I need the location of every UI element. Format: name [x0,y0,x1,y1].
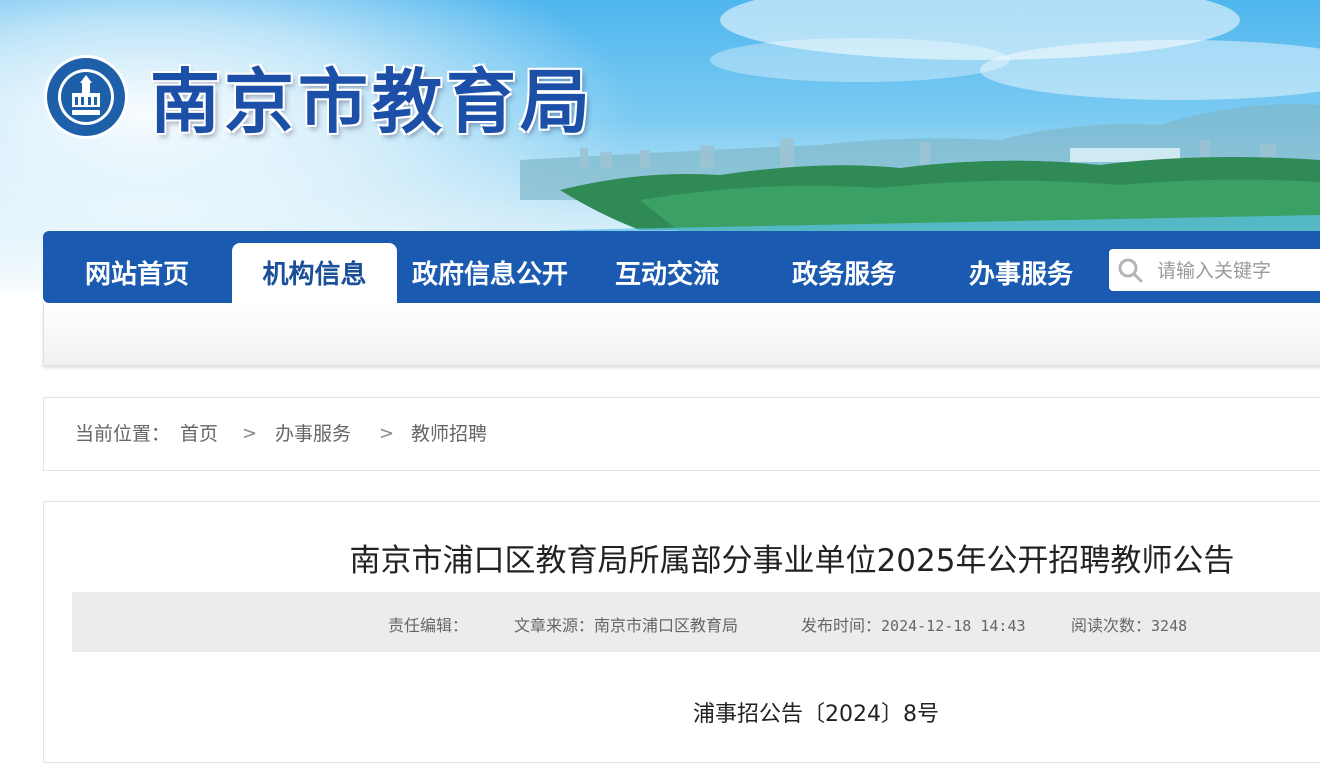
meta-time-label: 发布时间： [801,616,882,635]
nav-item-gov-services[interactable]: 政务服务 [776,243,912,303]
site-title[interactable]: 南京市教育局 [150,46,594,147]
meta-source: 文章来源：南京市浦口区教育局 [514,612,738,636]
meta-source-label: 文章来源： [514,616,595,635]
nav-item-org-info[interactable]: 机构信息 [232,243,397,303]
document-number: 浦事招公告〔2024〕8号 [693,702,939,727]
meta-view-count: 阅读次数：3248 [1071,612,1187,636]
breadcrumb-separator: > [242,423,258,444]
nanjing-education-emblem-icon [44,55,128,139]
nav-item-gov-info-disclosure[interactable]: 政府信息公开 [405,243,575,303]
meta-publish-time: 发布时间：2024-12-18 14:43 [801,612,1026,636]
breadcrumb-item-affairs-services[interactable]: 办事服务 [275,398,351,470]
nav-item-interaction[interactable]: 互动交流 [599,243,735,303]
breadcrumb-item-teacher-recruitment[interactable]: 教师招聘 [411,398,487,470]
article-title: 南京市浦口区教育局所属部分事业单位2025年公开招聘教师公告 [349,543,1235,579]
search-box [1109,249,1320,293]
breadcrumb-separator: > [379,423,395,444]
breadcrumb-item-home[interactable]: 首页 [180,398,218,470]
meta-views-label: 阅读次数： [1071,616,1152,635]
search-icon[interactable] [1117,257,1143,283]
sub-nav-bar [43,303,1320,366]
meta-source-value: 南京市浦口区教育局 [594,616,739,635]
site-logo[interactable] [42,53,130,141]
meta-editor-label: 责任编辑： [388,616,469,635]
breadcrumb: 当前位置： 首页 > 办事服务 > 教师招聘 [43,397,1320,471]
search-input[interactable] [1155,249,1320,293]
breadcrumb-prefix: 当前位置： [75,423,171,445]
nav-item-home[interactable]: 网站首页 [63,243,211,303]
meta-editor: 责任编辑： [388,612,468,636]
meta-time-value: 2024-12-18 14:43 [881,617,1026,635]
nav-item-affairs-services[interactable]: 办事服务 [953,243,1089,303]
meta-views-value: 3248 [1151,617,1188,635]
